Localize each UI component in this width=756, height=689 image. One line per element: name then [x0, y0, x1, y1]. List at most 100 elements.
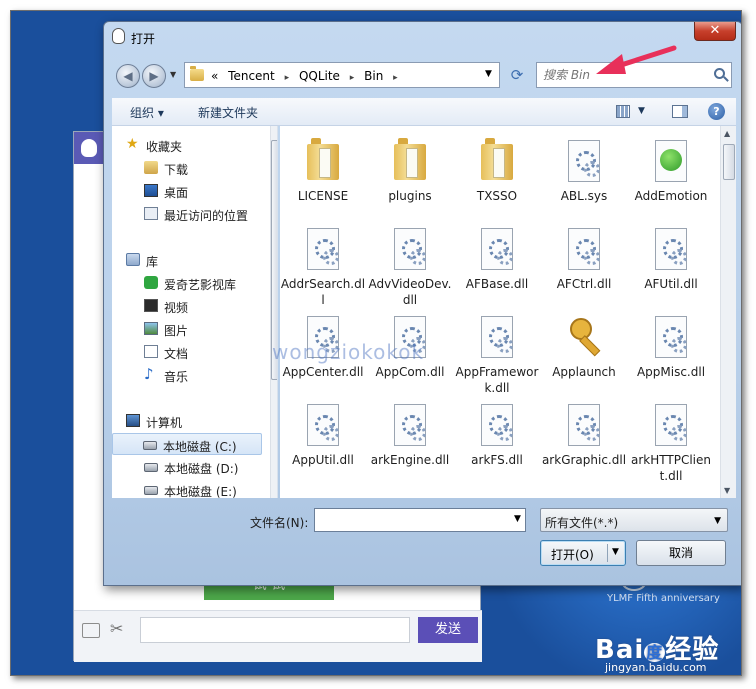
file-type-filter[interactable]: 所有文件(*.*) ▼ — [540, 508, 728, 532]
nav-item-iqiyi[interactable]: 爱奇艺影视库 — [112, 272, 262, 294]
scissors-icon[interactable]: ✂ — [110, 619, 123, 638]
filename-label: 文件名(N): — [250, 516, 309, 530]
view-options-dropdown-icon[interactable]: ▼ — [638, 106, 645, 116]
file-name: arkHTTPClient.dll — [631, 453, 711, 483]
scroll-down-icon[interactable]: ▼ — [724, 486, 730, 495]
navigation-scrollbar[interactable] — [270, 126, 277, 498]
nav-item-favorites[interactable]: ★ 收藏夹 — [112, 134, 262, 156]
refresh-icon[interactable]: ⟳ — [506, 64, 528, 86]
red-arrow-annotation — [596, 45, 677, 74]
change-view-icon[interactable] — [616, 105, 630, 118]
preview-pane-icon[interactable] — [672, 105, 688, 118]
breadcrumb-item-bin[interactable]: Bin — [364, 69, 383, 83]
qq-penguin-icon — [81, 139, 97, 157]
file-item[interactable]: AFUtil.dll — [628, 220, 714, 304]
folder-icon[interactable] — [82, 623, 100, 638]
nav-item-computer[interactable]: 计算机 — [112, 410, 262, 432]
search-icon[interactable] — [714, 68, 725, 79]
file-name: AddEmotion — [634, 189, 708, 203]
file-item[interactable]: AddEmotion — [628, 132, 714, 216]
back-button[interactable]: ◀ — [116, 64, 140, 88]
nav-item-documents[interactable]: 文档 — [112, 341, 262, 363]
file-item[interactable]: AppUtil.dll — [280, 396, 366, 480]
nav-item-desktop[interactable]: 桌面 — [112, 180, 262, 202]
send-button[interactable]: 发送 — [418, 617, 478, 643]
file-item[interactable]: plugins — [367, 132, 453, 216]
breadcrumb-overflow[interactable]: « — [211, 69, 218, 83]
nav-item-label: 下载 — [164, 163, 189, 177]
file-item[interactable]: arkFS.dll — [454, 396, 540, 480]
forward-button[interactable]: ▶ — [142, 64, 166, 88]
dll-file-icon — [307, 404, 339, 446]
nav-item-music[interactable]: ♪ 音乐 — [112, 364, 262, 386]
drive-icon — [144, 486, 158, 495]
nav-item-videos[interactable]: 视频 — [112, 295, 262, 317]
chat-message-input[interactable] — [140, 617, 410, 643]
nav-item-drive-d[interactable]: 本地磁盘 (D:) — [112, 456, 262, 478]
nav-item-label: 视频 — [164, 301, 189, 315]
file-item[interactable]: TXSSO — [454, 132, 540, 216]
help-icon[interactable]: ? — [708, 103, 725, 120]
file-name: arkGraphic.dll — [541, 453, 627, 467]
breadcrumb-item-tencent[interactable]: Tencent — [228, 69, 275, 83]
nav-item-drive-e[interactable]: 本地磁盘 (E:) — [112, 479, 262, 498]
dll-file-icon — [655, 404, 687, 446]
open-options-dropdown-icon[interactable]: ▼ — [612, 547, 619, 557]
dll-file-icon — [568, 404, 600, 446]
nav-item-label: 收藏夹 — [146, 140, 183, 154]
file-item[interactable]: AppMisc.dll — [628, 308, 714, 392]
drive-icon — [144, 463, 158, 472]
file-name: TXSSO — [476, 189, 518, 203]
screenshot-frame: 试 试 ✂ 发送 YLMF Fifth anniversary 打开 ✕ ◀ ▶… — [10, 10, 742, 676]
nav-item-drive-c[interactable]: 本地磁盘 (C:) — [112, 433, 262, 455]
file-item[interactable]: LICENSE — [280, 132, 366, 216]
file-name: arkFS.dll — [471, 453, 523, 467]
nav-item-recent-places[interactable]: 最近访问的位置 — [112, 203, 262, 225]
file-name: arkEngine.dll — [370, 453, 450, 467]
file-list-scrollbar[interactable]: ▲ ▼ — [720, 126, 736, 498]
recent-locations-dropdown-icon[interactable]: ▼ — [170, 70, 176, 79]
chevron-right-icon[interactable]: ▸ — [350, 73, 355, 83]
file-item[interactable]: AdvVideoDev.dll — [367, 220, 453, 307]
chevron-down-icon[interactable]: ▼ — [714, 516, 721, 526]
file-name: AppFramework.dll — [455, 365, 539, 395]
open-button[interactable]: 打开(O) ▼ — [540, 540, 626, 566]
address-dropdown-icon[interactable]: ▼ — [485, 69, 492, 79]
scrollbar-thumb[interactable] — [723, 144, 735, 180]
file-item[interactable]: AFBase.dll — [454, 220, 540, 304]
nav-item-label: 计算机 — [146, 416, 183, 430]
file-list-pane: LICENSE plugins TXSSO ABL.sys AddEmotion Addr… — [280, 126, 736, 498]
filename-input[interactable] — [314, 508, 526, 532]
breadcrumb-item-qqlite[interactable]: QQLite — [299, 69, 340, 83]
file-name: AppUtil.dll — [292, 453, 354, 467]
cancel-button[interactable]: 取消 — [636, 540, 726, 566]
scroll-up-icon[interactable]: ▲ — [724, 129, 730, 138]
filename-dropdown-icon[interactable]: ▼ — [514, 514, 521, 524]
file-item[interactable]: ABL.sys — [541, 132, 627, 216]
music-library-icon: ♪ — [144, 365, 154, 383]
nav-item-label: 本地磁盘 (E:) — [164, 485, 237, 498]
file-item[interactable]: arkGraphic.dll — [541, 396, 627, 480]
new-folder-button[interactable]: 新建文件夹 — [198, 104, 258, 121]
nav-item-downloads[interactable]: 下载 — [112, 157, 262, 179]
file-item[interactable]: arkEngine.dll — [367, 396, 453, 480]
chevron-right-icon[interactable]: ▸ — [285, 73, 290, 83]
iqiyi-library-icon — [144, 276, 158, 289]
dll-file-icon — [481, 404, 513, 446]
organize-menu-button[interactable]: 组织 ▾ — [130, 104, 164, 121]
nav-item-libraries[interactable]: 库 — [112, 249, 262, 271]
folder-icon — [307, 138, 339, 180]
file-item[interactable]: Applaunch — [541, 308, 627, 392]
chevron-right-icon[interactable]: ▸ — [393, 73, 398, 83]
close-button[interactable]: ✕ — [694, 22, 736, 41]
file-item[interactable]: AddrSearch.dll — [280, 220, 366, 307]
file-item[interactable]: AFCtrl.dll — [541, 220, 627, 304]
command-toolbar: 组织 ▾ 新建文件夹 ▼ ? — [112, 98, 736, 126]
address-bar[interactable]: « Tencent ▸ QQLite ▸ Bin ▸ ▼ — [184, 62, 500, 88]
download-folder-icon — [144, 161, 158, 174]
file-item[interactable]: arkHTTPClient.dll — [628, 396, 714, 483]
file-name: ABL.sys — [560, 189, 608, 203]
file-item[interactable]: AppFramework.dll — [454, 308, 540, 395]
pictures-library-icon — [144, 322, 158, 335]
nav-item-pictures[interactable]: 图片 — [112, 318, 262, 340]
